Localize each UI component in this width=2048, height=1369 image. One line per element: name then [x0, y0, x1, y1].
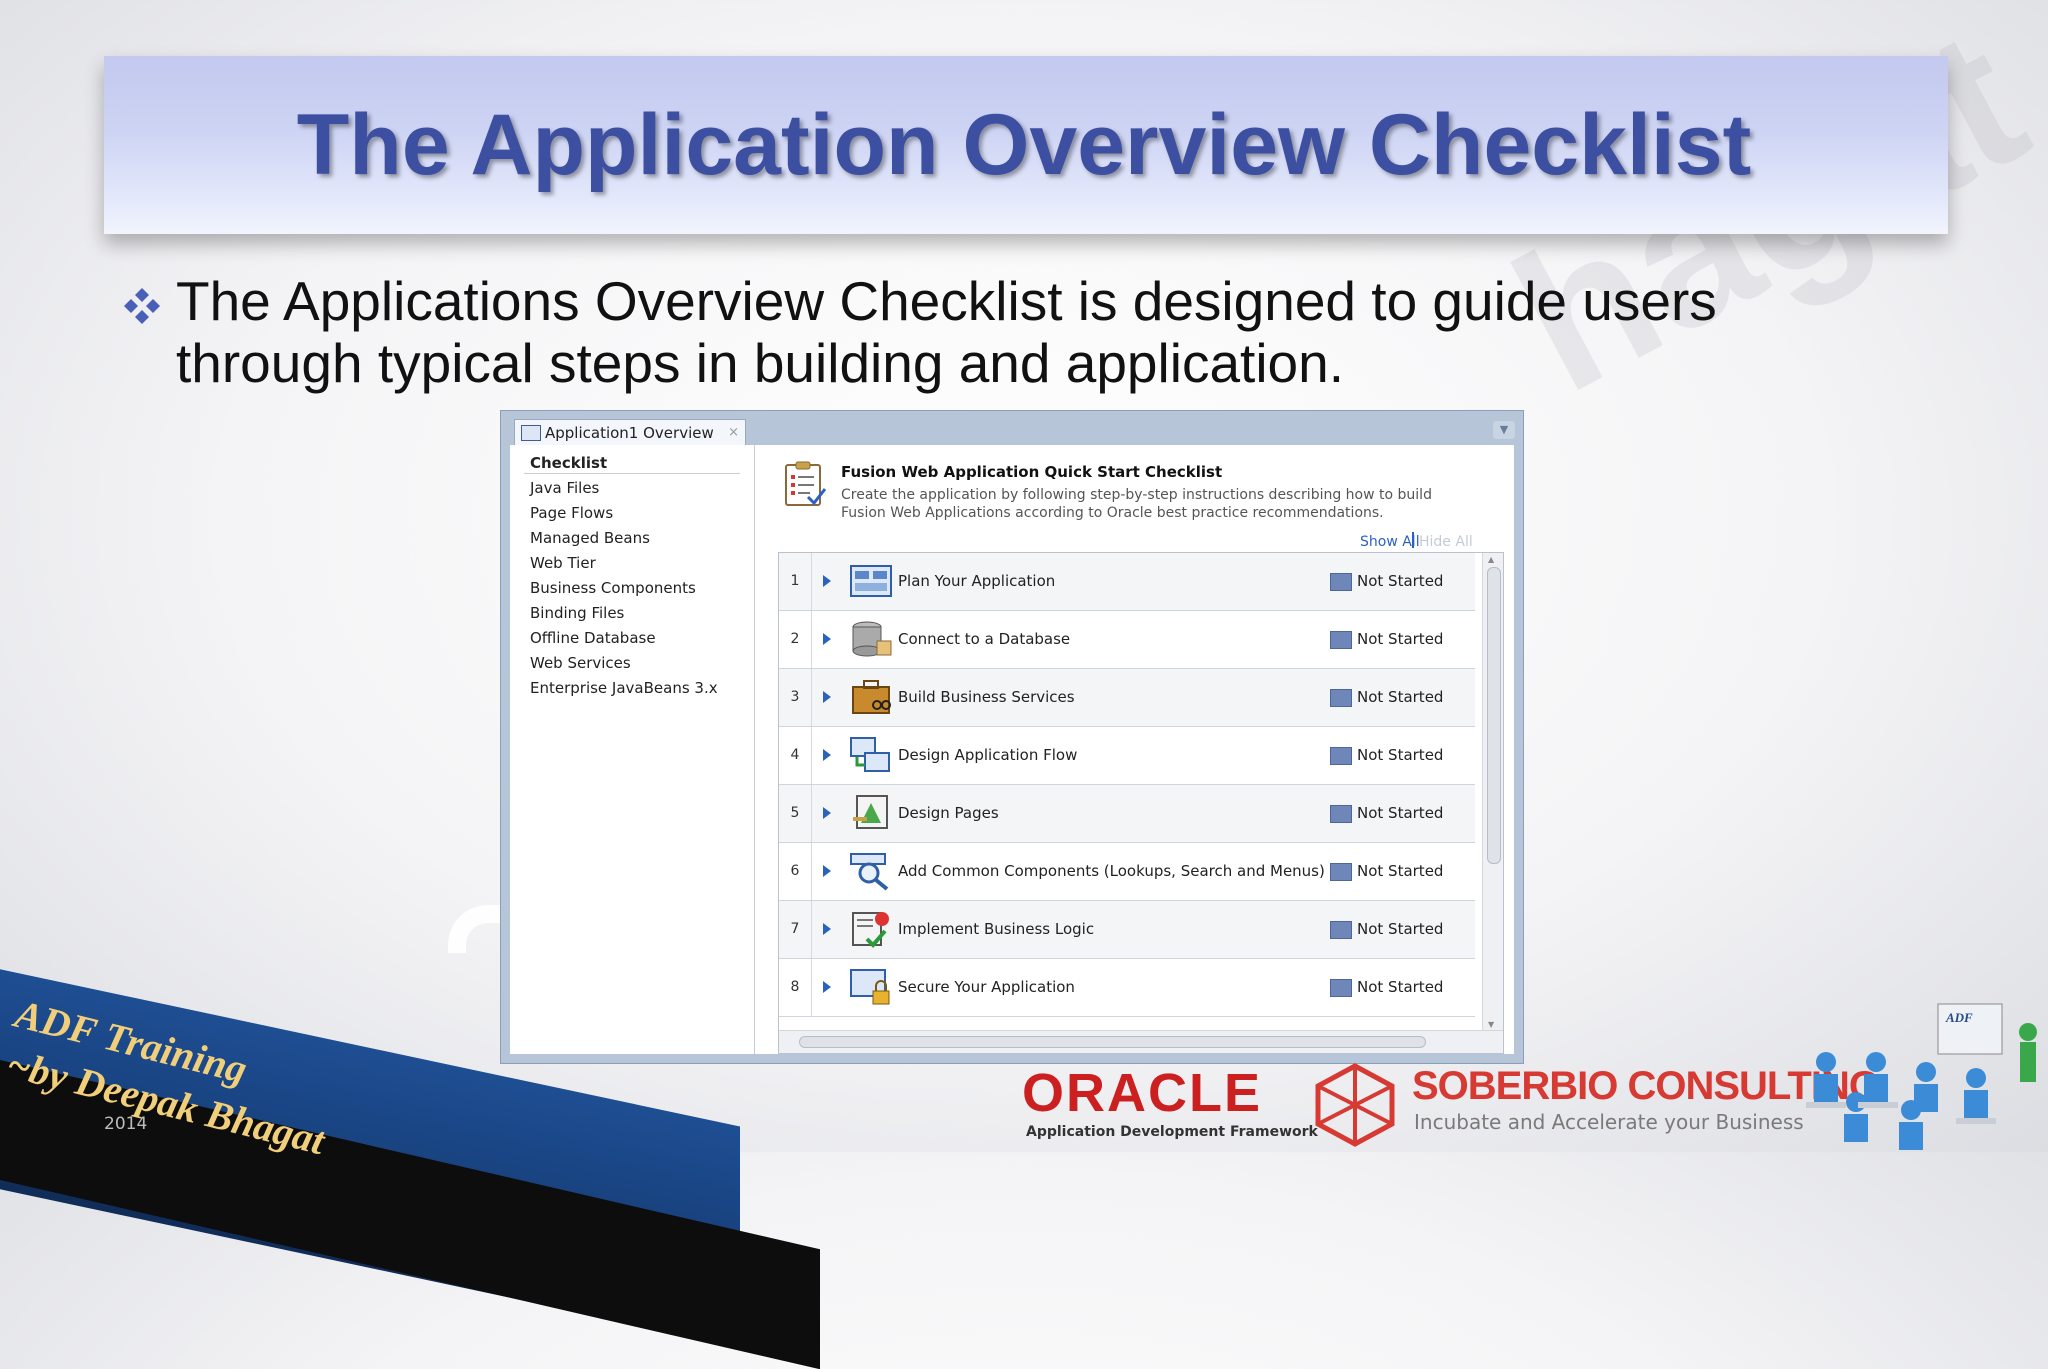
step-status: Not Started — [1357, 630, 1444, 648]
nav-item-binding-files[interactable]: Binding Files — [530, 604, 624, 622]
step-number: 1 — [779, 553, 812, 610]
hide-all-link[interactable]: Hide All — [1419, 534, 1473, 550]
slide-title: The Application Overview Checklist — [296, 97, 1752, 193]
status-icon — [1330, 631, 1352, 649]
plan-icon — [850, 565, 892, 597]
database-icon — [852, 621, 892, 657]
people-badge: ADF — [1945, 1010, 1973, 1025]
quick-start-description: Create the application by following step… — [841, 487, 1432, 521]
step-number: 2 — [779, 611, 812, 668]
close-icon[interactable]: × — [728, 420, 739, 446]
horizontal-scrollbar[interactable] — [779, 1030, 1503, 1053]
quick-start-title: Fusion Web Application Quick Start Check… — [841, 463, 1223, 481]
tab-label: Application1 Overview — [545, 424, 714, 442]
bullet-text: The Applications Overview Checklist is d… — [176, 270, 1717, 394]
nav-item-business-components[interactable]: Business Components — [530, 579, 696, 597]
step-row[interactable]: 7 Implement Business Logic Not Started — [779, 901, 1475, 959]
step-status: Not Started — [1357, 572, 1444, 590]
step-label: Build Business Services — [898, 688, 1075, 706]
step-status: Not Started — [1357, 862, 1444, 880]
status-icon — [1330, 979, 1352, 997]
status-icon — [1330, 573, 1352, 591]
expand-arrow-icon[interactable] — [823, 807, 831, 819]
step-label: Secure Your Application — [898, 978, 1075, 996]
status-icon — [1330, 863, 1352, 881]
expand-arrow-icon[interactable] — [823, 923, 831, 935]
chevron-down-icon[interactable]: ▼ — [1493, 421, 1515, 439]
soberbio-logo-icon — [1315, 1063, 1395, 1147]
oracle-logo: ORACLE — [1022, 1063, 1262, 1123]
expand-arrow-icon[interactable] — [823, 749, 831, 761]
scroll-up-icon[interactable]: ▲ — [1488, 555, 1494, 564]
expand-arrow-icon[interactable] — [823, 691, 831, 703]
step-number: 4 — [779, 727, 812, 784]
nav-item-web-tier[interactable]: Web Tier — [530, 554, 596, 572]
overview-tab-icon — [521, 425, 541, 441]
status-icon — [1330, 689, 1352, 707]
ide-content: Checklist Java Files Page Flows Managed … — [510, 445, 1514, 1054]
step-number: 8 — [779, 959, 812, 1016]
step-label: Design Application Flow — [898, 746, 1078, 764]
status-icon — [1330, 747, 1352, 765]
step-status: Not Started — [1357, 920, 1444, 938]
ide-window: Application1 Overview × ▼ Checklist Java… — [500, 410, 1524, 1064]
diamond-bullet-icon — [124, 288, 160, 324]
step-row[interactable]: 6 Add Common Components (Lookups, Search… — [779, 843, 1475, 901]
company-tagline: Incubate and Accelerate your Business — [1414, 1110, 1804, 1134]
nav-item-page-flows[interactable]: Page Flows — [530, 504, 613, 522]
nav-item-java-files[interactable]: Java Files — [530, 479, 599, 497]
step-row[interactable]: 4 Design Application Flow Not Started — [779, 727, 1475, 785]
step-label: Implement Business Logic — [898, 920, 1095, 938]
link-separator — [1412, 532, 1414, 548]
step-label: Add Common Components (Lookups, Search a… — [898, 862, 1325, 880]
scroll-thumb[interactable] — [1487, 567, 1501, 864]
status-icon — [1330, 921, 1352, 939]
expand-arrow-icon[interactable] — [823, 865, 831, 877]
training-people-icon: ADF — [1806, 1003, 2037, 1150]
step-label: Design Pages — [898, 804, 999, 822]
vertical-scrollbar[interactable]: ▲ ▼ — [1482, 553, 1503, 1031]
step-number: 5 — [779, 785, 812, 842]
status-icon — [1330, 805, 1352, 823]
checklist-icon — [785, 461, 826, 506]
lock-icon — [850, 969, 890, 1005]
step-row[interactable]: 5 Design Pages Not Started — [779, 785, 1475, 843]
step-status: Not Started — [1357, 688, 1444, 706]
nav-item-offline-database[interactable]: Offline Database — [530, 629, 656, 647]
expand-arrow-icon[interactable] — [823, 575, 831, 587]
flow-icon — [850, 737, 890, 772]
nav-item-managed-beans[interactable]: Managed Beans — [530, 529, 650, 547]
oracle-subtitle: Application Development Framework — [1026, 1124, 1318, 1140]
business-logic-icon — [852, 912, 889, 948]
checklist-panel: Fusion Web Application Quick Start Check… — [762, 445, 1514, 1054]
tab-application-overview[interactable]: Application1 Overview × — [514, 419, 746, 446]
scroll-down-icon[interactable]: ▼ — [1488, 1020, 1494, 1029]
step-status: Not Started — [1357, 746, 1444, 764]
nav-item-checklist[interactable]: Checklist — [530, 454, 607, 472]
overview-nav: Checklist Java Files Page Flows Managed … — [510, 445, 755, 1054]
scroll-thumb[interactable] — [799, 1036, 1426, 1048]
step-status: Not Started — [1357, 978, 1444, 996]
nav-item-web-services[interactable]: Web Services — [530, 654, 631, 672]
step-label: Connect to a Database — [898, 630, 1071, 648]
checklist-steps: 1 Plan Your Application Not Started 2 Co… — [778, 552, 1504, 1054]
step-row[interactable]: 2 Connect to a Database Not Started — [779, 611, 1475, 669]
design-pages-icon — [853, 795, 888, 829]
step-number: 3 — [779, 669, 812, 726]
nav-item-enterprise-javabeans[interactable]: Enterprise JavaBeans 3.x — [530, 679, 718, 697]
expand-arrow-icon[interactable] — [823, 981, 831, 993]
step-row[interactable]: 1 Plan Your Application Not Started — [779, 553, 1475, 611]
step-number: 6 — [779, 843, 812, 900]
step-row[interactable]: 8 Secure Your Application Not Started — [779, 959, 1475, 1017]
step-status: Not Started — [1357, 804, 1444, 822]
nav-selection-divider — [524, 473, 740, 474]
step-row[interactable]: 3 Build Business Services Not Started — [779, 669, 1475, 727]
briefcase-icon — [852, 680, 891, 714]
show-all-link[interactable]: Show All — [1360, 534, 1420, 550]
year: 2014 — [104, 1114, 148, 1134]
step-number: 7 — [779, 901, 812, 958]
expand-arrow-icon[interactable] — [823, 633, 831, 645]
step-label: Plan Your Application — [898, 572, 1056, 590]
search-component-icon — [850, 853, 889, 891]
